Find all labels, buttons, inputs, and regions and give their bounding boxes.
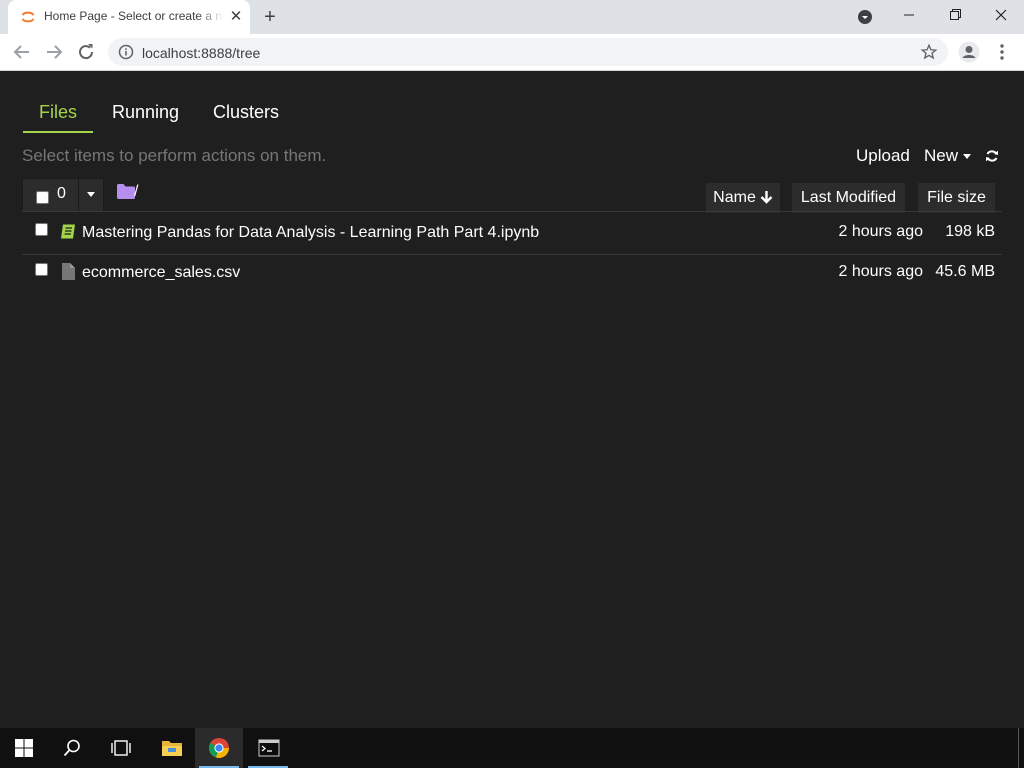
file-size: 198 kB [945, 223, 995, 240]
jupyter-favicon-icon [21, 11, 35, 23]
tab-title: Home Page - Select or create a notebook [44, 9, 224, 23]
windows-start-icon [15, 739, 33, 757]
select-all-checkbox[interactable] [36, 191, 49, 204]
folder-icon[interactable] [117, 184, 135, 199]
start-button[interactable] [0, 728, 48, 768]
file-size: 45.6 MB [935, 263, 995, 280]
select-all-button[interactable]: 0 [22, 178, 80, 212]
row-checkbox[interactable] [35, 223, 48, 236]
notebook-icon [61, 224, 75, 239]
file-row[interactable]: Mastering Pandas for Data Analysis - Lea… [22, 214, 1002, 252]
terminal-icon [258, 739, 280, 757]
terminal-taskbar-button[interactable] [244, 728, 292, 768]
file-name-link[interactable]: ecommerce_sales.csv [82, 264, 240, 282]
chrome-taskbar-button[interactable] [195, 728, 243, 768]
task-view-icon [111, 740, 131, 756]
file-row[interactable]: ecommerce_sales.csv 2 hours ago 45.6 MB [22, 254, 1002, 292]
list-divider [22, 211, 1002, 212]
windows-taskbar [0, 728, 1024, 768]
reload-icon[interactable] [74, 40, 98, 64]
browser-toolbar: localhost:8888/tree [0, 34, 1024, 71]
new-dropdown-button[interactable]: New [924, 146, 972, 166]
upload-button[interactable]: Upload [856, 146, 910, 166]
sort-by-name-button[interactable]: Name [706, 183, 780, 213]
back-arrow-icon[interactable] [10, 40, 34, 64]
taskbar-search-button[interactable] [48, 728, 96, 768]
jupyter-tree-page: Files Running Clusters Select items to p… [0, 71, 1024, 728]
select-dropdown-button[interactable] [78, 178, 104, 212]
browser-tab[interactable]: Home Page - Select or create a notebook … [8, 0, 250, 34]
caret-down-icon [87, 192, 95, 197]
file-icon [62, 263, 75, 280]
browser-menu-icon[interactable] [992, 42, 1012, 62]
sort-by-file-size-button[interactable]: File size [918, 183, 995, 213]
tab-search-icon[interactable] [857, 9, 873, 25]
task-view-button[interactable] [96, 728, 144, 768]
minimize-icon[interactable] [886, 0, 932, 30]
file-modified: 2 hours ago [838, 263, 923, 280]
new-tab-button[interactable]: + [258, 6, 282, 28]
address-bar[interactable]: localhost:8888/tree [108, 38, 948, 66]
sort-by-last-modified-button[interactable]: Last Modified [792, 183, 905, 213]
file-explorer-button[interactable] [147, 728, 195, 768]
new-label: New [924, 146, 959, 165]
file-name-link[interactable]: Mastering Pandas for Data Analysis - Lea… [82, 224, 539, 242]
browser-tabstrip: Home Page - Select or create a notebook … [0, 0, 1024, 34]
selected-count: 0 [57, 185, 66, 202]
refresh-icon[interactable] [985, 149, 999, 163]
tab-files[interactable]: Files [23, 92, 93, 133]
site-info-icon[interactable] [118, 44, 134, 60]
file-explorer-icon [162, 741, 182, 756]
sort-arrow-down-icon [760, 190, 773, 204]
row-checkbox[interactable] [35, 263, 48, 276]
breadcrumb-root[interactable]: / [134, 183, 138, 201]
selection-hint: Select items to perform actions on them. [22, 146, 327, 165]
tab-clusters[interactable]: Clusters [213, 92, 279, 131]
bookmark-star-icon[interactable] [920, 43, 938, 61]
profile-avatar-icon[interactable] [958, 41, 980, 63]
url-text[interactable]: localhost:8888/tree [142, 45, 260, 61]
chrome-icon [208, 738, 229, 758]
search-icon [63, 739, 80, 757]
tab-close-icon[interactable]: ✕ [228, 9, 244, 25]
forward-arrow-icon[interactable] [42, 40, 66, 64]
close-window-icon[interactable] [978, 0, 1024, 30]
file-modified: 2 hours ago [838, 223, 923, 240]
name-column-label: Name [713, 189, 756, 206]
caret-down-icon [963, 154, 972, 160]
tab-running[interactable]: Running [112, 92, 179, 131]
show-desktop-edge[interactable] [1018, 728, 1019, 768]
restore-icon[interactable] [932, 0, 978, 30]
